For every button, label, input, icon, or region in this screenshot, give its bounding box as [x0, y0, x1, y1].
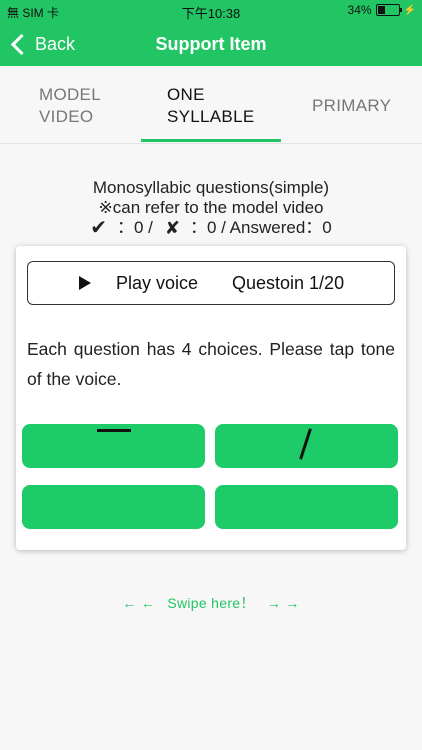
right-arrows-icon: → → [266, 595, 300, 611]
correct-count: ：0 / [117, 218, 153, 237]
battery-icon [375, 4, 402, 16]
swipe-hint[interactable]: ← ← Swipe here！ → → [0, 593, 422, 613]
question-counter: Questoin 1/20 [232, 273, 345, 293]
play-voice-button[interactable]: Play voice Questoin 1/20 [27, 261, 395, 305]
quiz-note: ※can refer to the model video [98, 198, 324, 217]
tab-label-line2: VIDEO [39, 107, 94, 126]
tab-primary[interactable]: PRIMARY [312, 95, 391, 117]
active-tab-indicator [141, 139, 281, 142]
quiz-info: Monosyllabic questions(simple) ※can refe… [0, 178, 422, 238]
tab-label-line1: PRIMARY [312, 96, 392, 115]
tab-label-line2: SYLLABLE [167, 107, 255, 126]
choice-button-4[interactable] [215, 485, 398, 529]
play-icon [79, 276, 91, 290]
choice-button-3[interactable] [22, 485, 205, 529]
left-arrows-icon: ← ← [122, 595, 156, 611]
tab-label-line1: MODEL [39, 85, 101, 104]
charging-icon: ⚡ [403, 4, 416, 16]
tab-one-syllable[interactable]: ONE SYLLABLE [167, 84, 254, 128]
check-icon: ✔ [90, 217, 107, 239]
play-voice-label: Play voice [116, 273, 199, 293]
navigation-bar: Back Support Item [0, 22, 422, 66]
swipe-label: Swipe here！ [167, 595, 255, 611]
choice-button-2[interactable] [215, 424, 398, 468]
quiz-subtitle: Monosyllabic questions(simple) [92, 178, 330, 197]
score-row: ✔ ：0 / ✘ ：0 / Answered：0 [0, 218, 422, 238]
tone-rising-icon [299, 428, 312, 460]
cross-icon: ✘ [164, 218, 180, 238]
battery-percent: 34% [347, 3, 372, 17]
tab-label-line1: ONE [167, 85, 205, 104]
tone-flat-icon [97, 429, 131, 432]
question-card: Play voice Questoin 1/20 Each question h… [16, 246, 406, 550]
tab-bar: MODEL VIDEO ONE SYLLABLE PRIMARY [0, 66, 422, 144]
instruction-text: Each question has 4 choices. Please tap … [27, 339, 395, 389]
choice-button-1[interactable] [22, 424, 205, 468]
battery-indicator: 34% ⚡ [348, 3, 416, 17]
wrong-and-answered-count: ：0 / Answered：0 [190, 218, 332, 237]
status-bar: 無 SIM 卡 下午10:38 34% ⚡ [0, 0, 422, 22]
tab-model-video[interactable]: MODEL VIDEO [39, 84, 101, 128]
page-title: Support Item [155, 34, 267, 54]
